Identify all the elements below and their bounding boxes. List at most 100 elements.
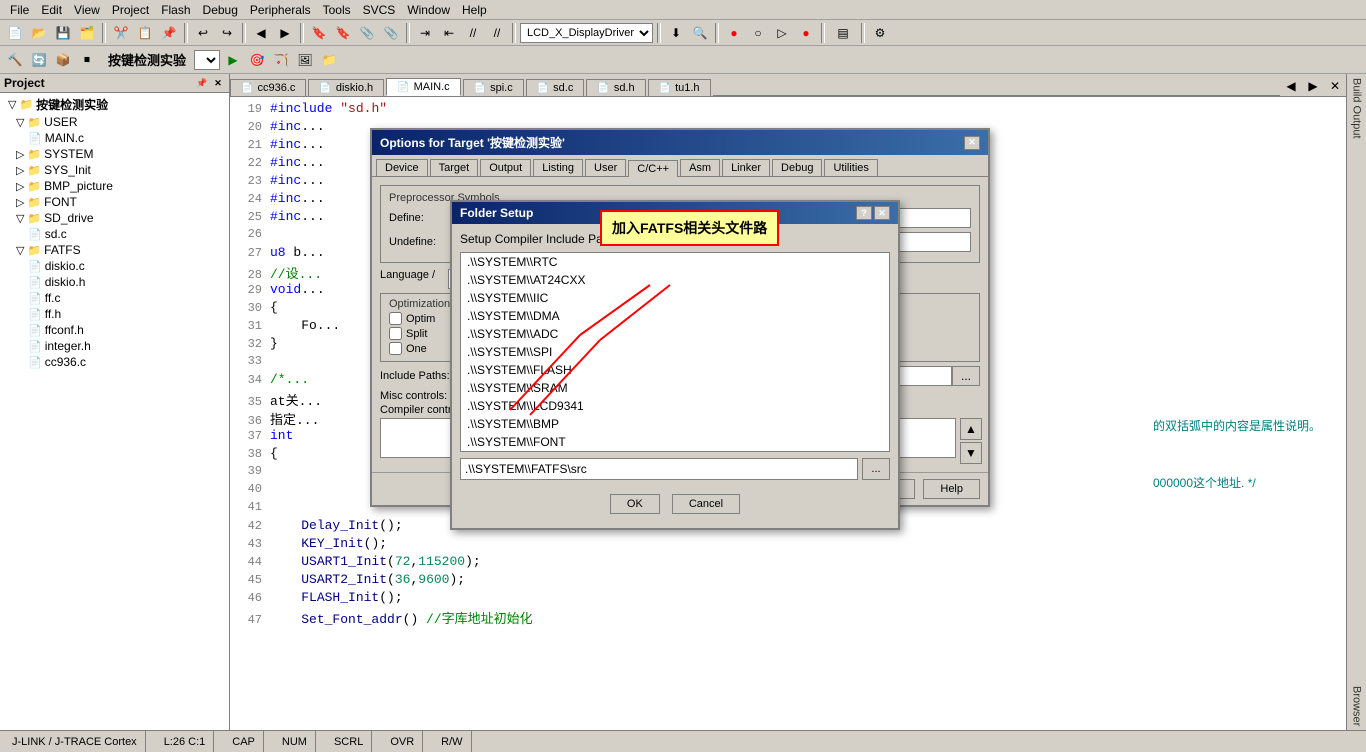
menu-file[interactable]: File <box>4 1 35 19</box>
project-close-btn[interactable]: ✕ <box>211 76 225 90</box>
tab-utilities[interactable]: Utilities <box>824 159 877 176</box>
menu-debug[interactable]: Debug <box>197 1 244 19</box>
bookmark3-btn[interactable]: 📎 <box>356 22 378 44</box>
tab-sd-h[interactable]: 📄 sd.h <box>586 79 645 96</box>
tree-font[interactable]: ▷ 📁 FONT <box>2 194 227 210</box>
tree-ff-c[interactable]: 📄 ff.c <box>2 290 227 306</box>
bookmark4-btn[interactable]: 📎 <box>380 22 402 44</box>
tab-close[interactable]: ✕ <box>1324 76 1346 96</box>
comment-btn[interactable]: // <box>462 22 484 44</box>
debug-btn[interactable]: ● <box>795 22 817 44</box>
proj-file-btn[interactable]: 📁 <box>318 49 340 71</box>
tab-spi-c[interactable]: 📄 spi.c <box>463 79 524 96</box>
path-item-8[interactable]: .\\SYSTEM\\LCD9341 <box>461 397 889 415</box>
tree-diskio-c[interactable]: 📄 diskio.c <box>2 258 227 274</box>
proj-target-btn[interactable]: 🏹 <box>270 49 292 71</box>
copy-btn[interactable]: 📋 <box>134 22 156 44</box>
compiler-scroll-down[interactable]: ▼ <box>960 442 982 464</box>
path-item-1[interactable]: .\\SYSTEM\\AT24CXX <box>461 271 889 289</box>
circle-btn[interactable]: ○ <box>747 22 769 44</box>
menu-window[interactable]: Window <box>401 1 456 19</box>
menu-project[interactable]: Project <box>106 1 155 19</box>
indent-btn[interactable]: ⇥ <box>414 22 436 44</box>
proj-set-btn[interactable]: 🎯 <box>246 49 268 71</box>
path-item-3[interactable]: .\\SYSTEM\\DMA <box>461 307 889 325</box>
tab-linker[interactable]: Linker <box>722 159 770 176</box>
tab-target[interactable]: Target <box>430 159 479 176</box>
save-all-btn[interactable]: 🗂️ <box>76 22 98 44</box>
one-check[interactable] <box>389 342 402 355</box>
tab-diskio-h[interactable]: 📄 diskio.h <box>308 79 384 96</box>
project-pin-btn[interactable]: 📌 <box>195 76 209 90</box>
tree-ff-h[interactable]: 📄 ff.h <box>2 306 227 322</box>
tab-listing[interactable]: Listing <box>533 159 583 176</box>
redo-btn[interactable]: ↪ <box>216 22 238 44</box>
tab-nav-right[interactable]: ▶ <box>1302 76 1324 96</box>
path-browse-btn[interactable]: ... <box>862 458 890 480</box>
tree-bmp[interactable]: ▷ 📁 BMP_picture <box>2 178 227 194</box>
bookmark2-btn[interactable]: 🔖 <box>332 22 354 44</box>
tree-fatfs[interactable]: ▽ 📁 FATFS <box>2 242 227 258</box>
stop-btn[interactable]: ● <box>723 22 745 44</box>
path-item-11[interactable]: .\\SYSTEM\\GBK_FONT <box>461 451 889 452</box>
folder-dialog[interactable]: Folder Setup ? ✕ Setup Compiler Include … <box>450 200 900 530</box>
tree-integer-h[interactable]: 📄 integer.h <box>2 338 227 354</box>
path-input[interactable] <box>460 458 858 480</box>
proj-img-btn[interactable]: 🖼 <box>294 49 316 71</box>
menu-help[interactable]: Help <box>456 1 493 19</box>
tree-sd-drive[interactable]: ▽ 📁 SD_drive <box>2 210 227 226</box>
folder-ok-btn[interactable]: OK <box>610 494 660 514</box>
tab-nav-left[interactable]: ◀ <box>1280 76 1302 96</box>
path-item-4[interactable]: .\\SYSTEM\\ADC <box>461 325 889 343</box>
options-help-btn[interactable]: Help <box>923 479 980 499</box>
tree-diskio-h[interactable]: 📄 diskio.h <box>2 274 227 290</box>
stop-build-btn[interactable]: ⏹ <box>76 49 98 71</box>
target-combo[interactable]: LCD_X_DisplayDriver <box>520 23 653 43</box>
tree-user[interactable]: ▽ 📁 USER <box>2 114 227 130</box>
path-item-9[interactable]: .\\SYSTEM\\BMP <box>461 415 889 433</box>
tree-sys-init[interactable]: ▷ 📁 SYS_Init <box>2 162 227 178</box>
run-proj-btn[interactable]: ▶ <box>222 49 244 71</box>
menu-peripherals[interactable]: Peripherals <box>244 1 317 19</box>
tree-main-c[interactable]: 📄 MAIN.c <box>2 130 227 146</box>
path-item-2[interactable]: .\\SYSTEM\\IIC <box>461 289 889 307</box>
folder-close-btn[interactable]: ✕ <box>874 206 890 220</box>
tab-cc[interactable]: C/C++ <box>628 160 678 177</box>
tree-root[interactable]: ▽ 📁 按键检测实验 <box>2 95 227 114</box>
undo-btn[interactable]: ↩ <box>192 22 214 44</box>
include-browse-btn[interactable]: ... <box>952 366 980 386</box>
settings-btn[interactable]: ⚙ <box>869 22 891 44</box>
inspect-btn[interactable]: 🔍 <box>689 22 711 44</box>
nav-back-btn[interactable]: ◀ <box>250 22 272 44</box>
tab-output[interactable]: Output <box>480 159 531 176</box>
rebuild-btn[interactable]: 🔄 <box>28 49 50 71</box>
bookmark-btn[interactable]: 🔖 <box>308 22 330 44</box>
tree-ffconf-h[interactable]: 📄 ffconf.h <box>2 322 227 338</box>
project-combo[interactable] <box>194 50 220 70</box>
open-btn[interactable]: 📂 <box>28 22 50 44</box>
tree-system[interactable]: ▷ 📁 SYSTEM <box>2 146 227 162</box>
path-item-7[interactable]: .\\SYSTEM\\SRAM <box>461 379 889 397</box>
menu-flash[interactable]: Flash <box>155 1 196 19</box>
tab-user[interactable]: User <box>585 159 626 176</box>
run-btn[interactable]: ▷ <box>771 22 793 44</box>
path-item-0[interactable]: .\\SYSTEM\\RTC <box>461 253 889 271</box>
path-item-10[interactable]: .\\SYSTEM\\FONT <box>461 433 889 451</box>
new-btn[interactable]: 📄 <box>4 22 26 44</box>
build-btn[interactable]: 🔨 <box>4 49 26 71</box>
menu-view[interactable]: View <box>68 1 106 19</box>
menu-svcs[interactable]: SVCS <box>357 1 402 19</box>
nav-fwd-btn[interactable]: ▶ <box>274 22 296 44</box>
tab-main-c[interactable]: 📄 MAIN.c <box>386 78 461 96</box>
tab-asm[interactable]: Asm <box>680 159 720 176</box>
tab-tu1-h[interactable]: 📄 tu1.h <box>648 79 711 96</box>
options-close-btn[interactable]: ✕ <box>964 136 980 150</box>
tree-sd-c[interactable]: 📄 sd.c <box>2 226 227 242</box>
folder-cancel-btn[interactable]: Cancel <box>672 494 740 514</box>
tab-sd-c[interactable]: 📄 sd.c <box>526 79 585 96</box>
tab-device[interactable]: Device <box>376 159 428 176</box>
options-btn[interactable]: ▤ <box>829 22 857 44</box>
path-list[interactable]: .\\SYSTEM\\RTC .\\SYSTEM\\AT24CXX .\\SYS… <box>460 252 890 452</box>
batch-btn[interactable]: 📦 <box>52 49 74 71</box>
tab-debug[interactable]: Debug <box>772 159 822 176</box>
